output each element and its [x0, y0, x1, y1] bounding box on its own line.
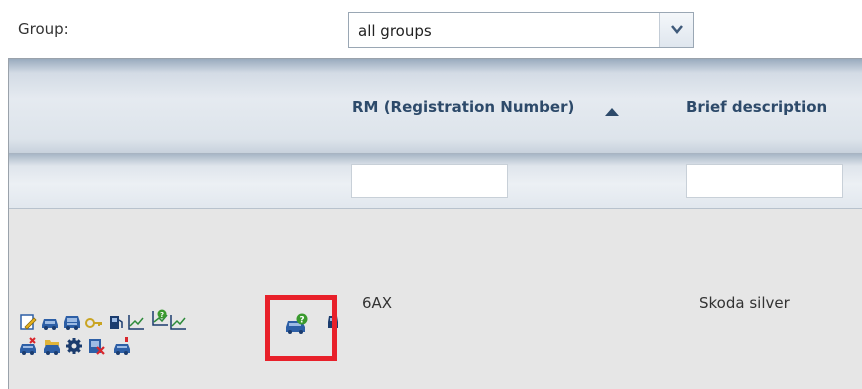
chevron-down-icon[interactable] — [659, 13, 693, 47]
chart-icon[interactable] — [169, 313, 187, 331]
group-select[interactable]: all groups — [348, 12, 694, 48]
car-icon[interactable] — [41, 313, 59, 331]
chart-icon[interactable] — [127, 313, 145, 331]
car-alert-icon[interactable] — [113, 337, 131, 355]
car-folder-icon[interactable] — [43, 337, 61, 355]
column-header-rm[interactable]: RM (Registration Number) — [352, 98, 574, 116]
car-details-icon[interactable] — [63, 313, 81, 331]
column-header-description[interactable]: Brief description — [686, 98, 827, 116]
key-icon[interactable] — [85, 313, 103, 331]
group-select-value: all groups — [358, 22, 432, 40]
table-row[interactable]: ? ? 6AX Skoda silver — [9, 209, 862, 389]
description-filter-input[interactable] — [686, 164, 843, 198]
svg-text:?: ? — [160, 311, 164, 319]
group-label: Group: — [18, 20, 69, 38]
data-grid: RM (Registration Number) Brief descripti… — [8, 58, 862, 389]
edit-note-icon[interactable] — [19, 313, 37, 331]
sort-ascending-icon[interactable] — [604, 102, 620, 121]
document-delete-icon[interactable] — [87, 337, 105, 355]
car-delete-icon[interactable] — [19, 337, 37, 355]
rm-cell: 6AX — [362, 294, 393, 312]
description-cell: Skoda silver — [699, 294, 790, 312]
rm-filter-input[interactable] — [351, 164, 508, 198]
fuel-icon[interactable] — [107, 313, 125, 331]
chart-help-icon[interactable]: ? — [151, 309, 169, 327]
highlight-box — [265, 295, 337, 361]
grid-header-row: RM (Registration Number) Brief descripti… — [9, 59, 862, 154]
gear-icon[interactable] — [65, 337, 83, 355]
grid-filter-row — [9, 154, 862, 209]
